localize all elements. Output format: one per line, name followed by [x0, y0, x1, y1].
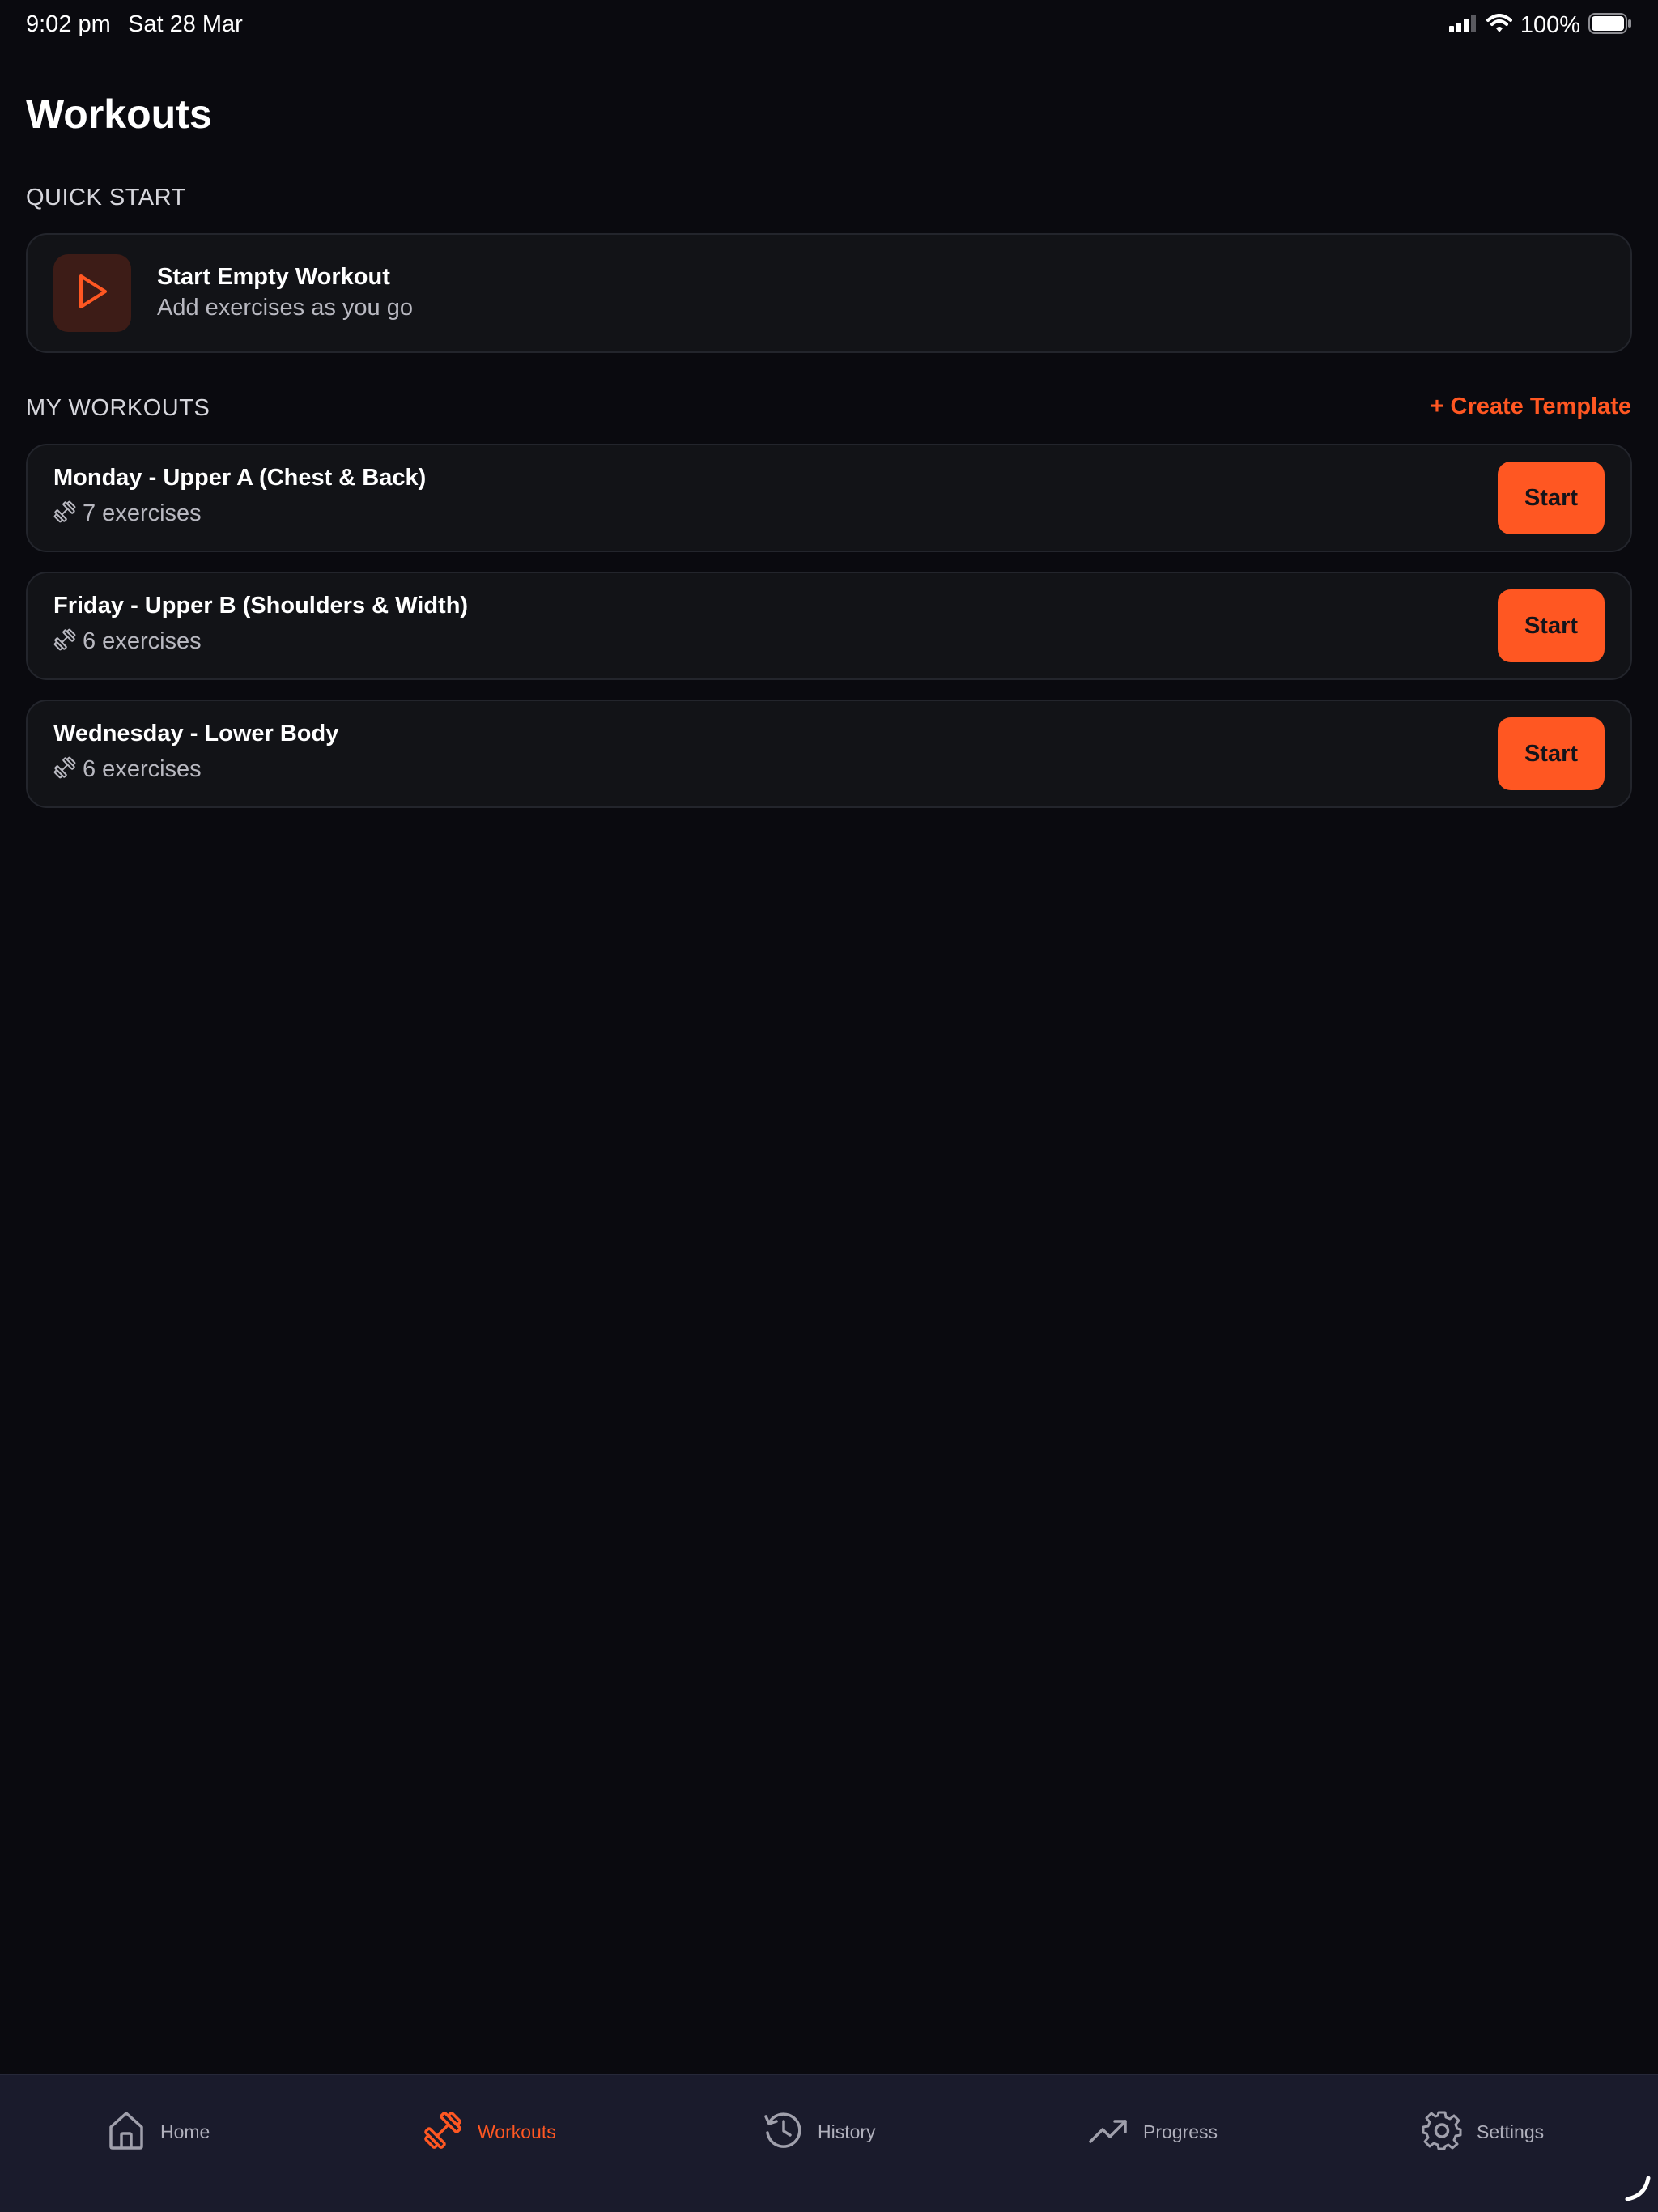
workout-meta: 7 exercises	[53, 500, 202, 527]
dumbbell-icon	[53, 756, 76, 783]
workout-meta: 6 exercises	[53, 756, 202, 783]
exercise-count: 6 exercises	[83, 628, 202, 654]
tab-label: Progress	[1143, 2121, 1218, 2142]
play-icon	[74, 272, 110, 315]
tab-history[interactable]: History	[763, 2109, 876, 2155]
workouts-screen: 9:02 pm Sat 28 Mar 100% Workouts QUICK S…	[0, 0, 1658, 2212]
tab-label: History	[818, 2121, 876, 2142]
gear-icon	[1422, 2110, 1462, 2155]
cellular-signal-icon	[1448, 14, 1478, 36]
quick-start-label: QUICK START	[26, 185, 186, 211]
dumbbell-icon	[53, 500, 76, 527]
start-workout-button[interactable]: Start	[1498, 717, 1605, 790]
start-workout-button[interactable]: Start	[1498, 462, 1605, 534]
workout-title: Friday - Upper B (Shoulders & Width)	[53, 593, 469, 619]
workout-meta: 6 exercises	[53, 628, 202, 655]
resize-handle-icon	[1621, 2172, 1653, 2208]
exercise-count: 7 exercises	[83, 500, 202, 526]
tab-bar: Home Workouts History Progress Settings	[0, 2074, 1658, 2212]
start-workout-button[interactable]: Start	[1498, 589, 1605, 662]
tab-label: Workouts	[478, 2121, 556, 2142]
workout-title: Monday - Upper A (Chest & Back)	[53, 465, 427, 491]
history-icon	[763, 2110, 803, 2155]
my-workouts-label: MY WORKOUTS	[26, 395, 210, 421]
tab-label: Home	[160, 2121, 210, 2142]
tab-home[interactable]: Home	[107, 2109, 210, 2155]
battery-percentage: 100%	[1520, 11, 1580, 38]
play-icon-container	[53, 254, 131, 332]
status-indicators: 100%	[1448, 11, 1632, 39]
workout-card[interactable]: Wednesday - Lower Body 6 exercises Start	[26, 700, 1632, 808]
page-title: Workouts	[26, 91, 212, 137]
wifi-icon	[1486, 13, 1512, 37]
tab-workouts[interactable]: Workouts	[423, 2109, 556, 2155]
battery-icon	[1588, 12, 1632, 38]
status-bar: 9:02 pm Sat 28 Mar 100%	[0, 0, 1658, 52]
dumbbell-icon	[423, 2110, 463, 2155]
workout-title: Wednesday - Lower Body	[53, 721, 339, 747]
status-time: 9:02 pm	[26, 11, 111, 37]
workout-card[interactable]: Monday - Upper A (Chest & Back) 7 exerci…	[26, 444, 1632, 552]
exercise-count: 6 exercises	[83, 756, 202, 782]
dumbbell-icon	[53, 628, 76, 655]
create-template-button[interactable]: + Create Template	[1431, 393, 1631, 420]
quick-start-title: Start Empty Workout	[157, 264, 390, 290]
trending-up-icon	[1088, 2114, 1129, 2150]
workout-card[interactable]: Friday - Upper B (Shoulders & Width) 6 e…	[26, 572, 1632, 680]
status-date: Sat 28 Mar	[128, 11, 243, 37]
tab-progress[interactable]: Progress	[1088, 2109, 1218, 2155]
start-empty-workout-card[interactable]: Start Empty Workout Add exercises as you…	[26, 233, 1632, 353]
quick-start-subtitle: Add exercises as you go	[157, 295, 413, 321]
tab-label: Settings	[1477, 2121, 1545, 2142]
home-icon	[107, 2109, 146, 2155]
tab-settings[interactable]: Settings	[1422, 2109, 1544, 2155]
